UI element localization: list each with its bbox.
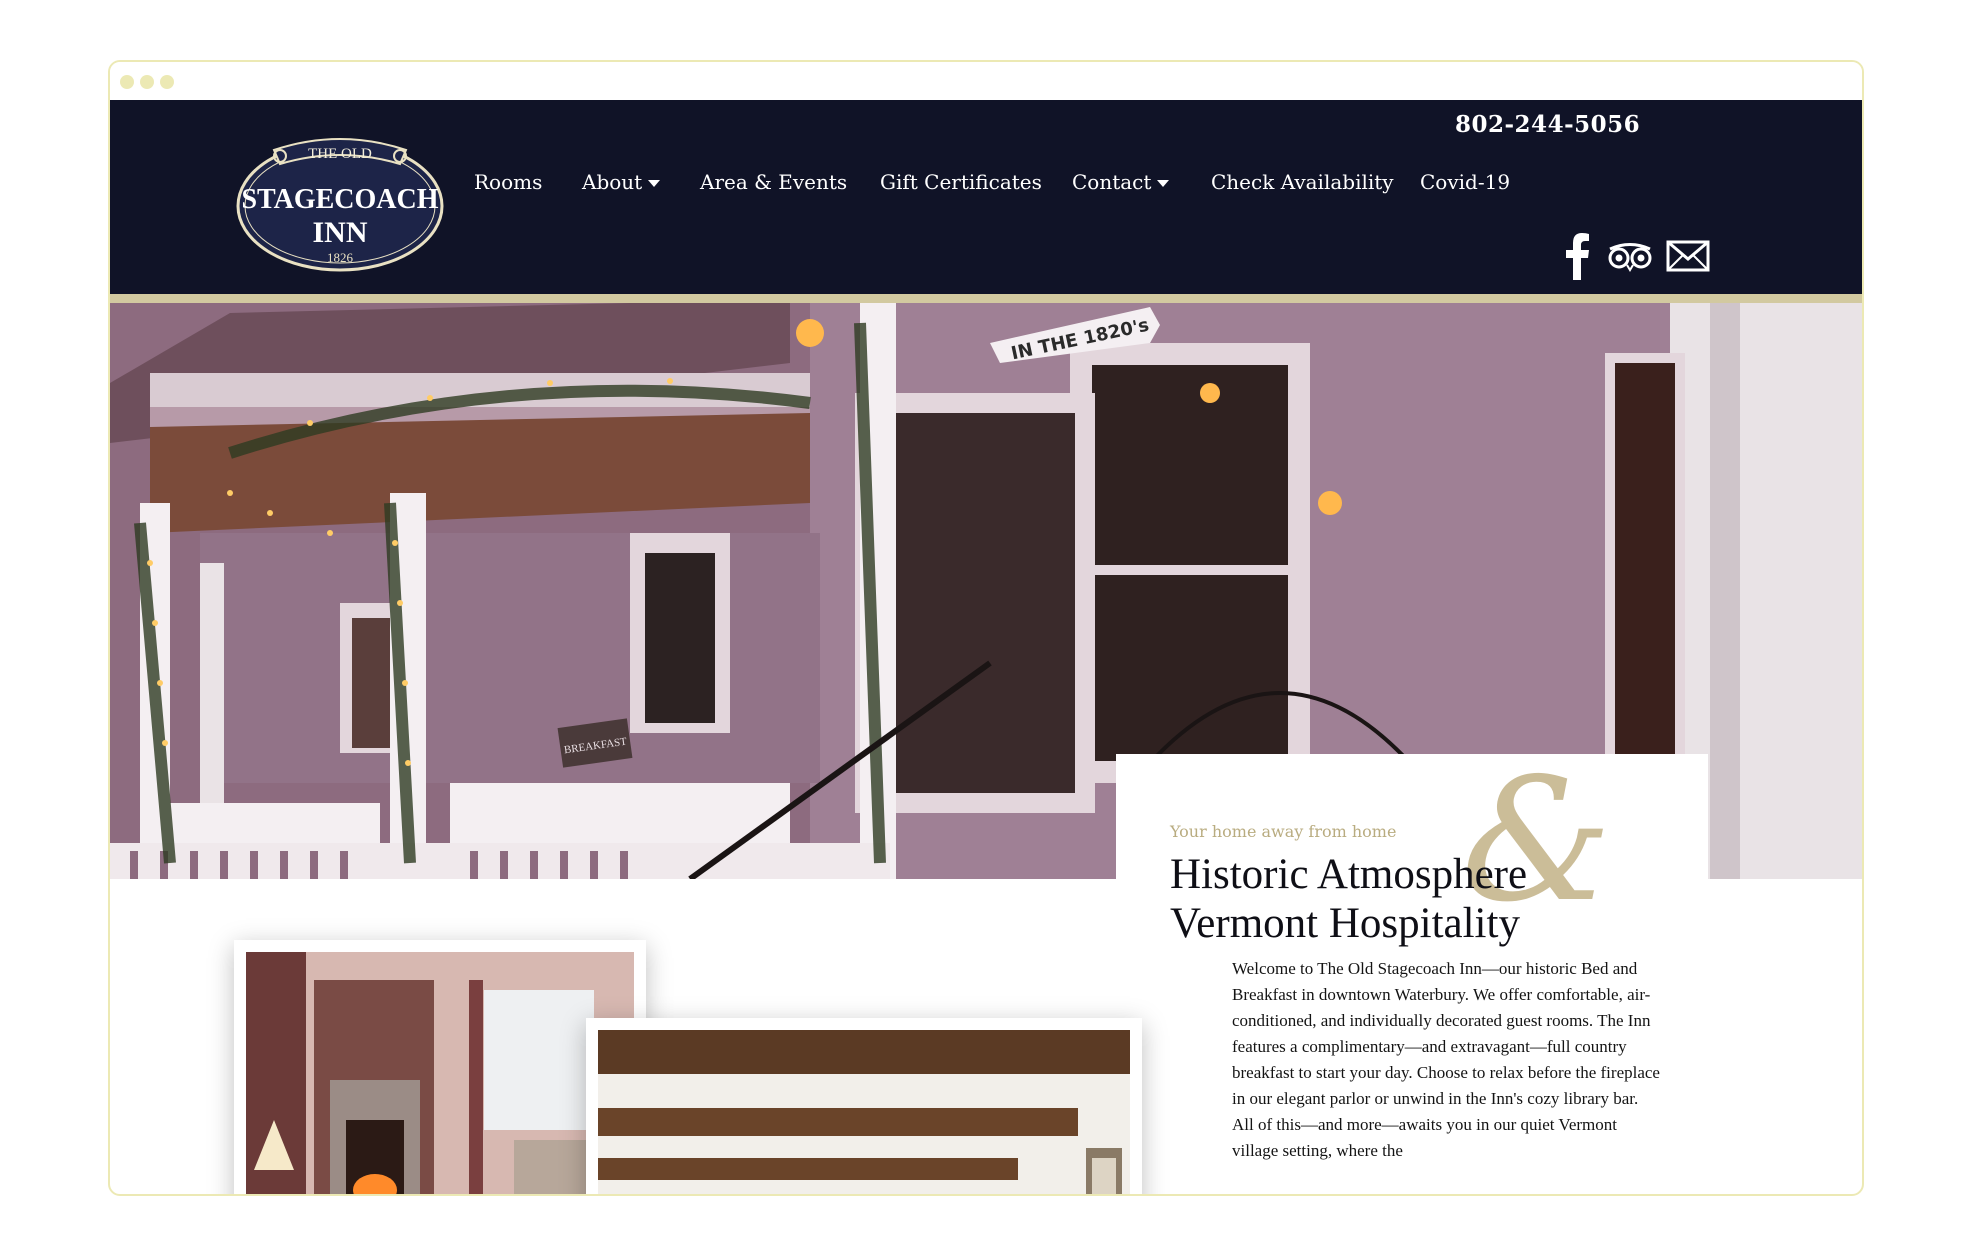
caret-down-icon [648, 180, 661, 187]
email-icon[interactable] [1666, 232, 1710, 280]
tripadvisor-icon[interactable] [1607, 232, 1653, 280]
headline-line1: Historic Atmosphere [1170, 851, 1528, 898]
parlor-photo [234, 940, 646, 1194]
window-titlebar [110, 62, 1862, 98]
nav-about[interactable]: About [582, 170, 661, 194]
browser-window: THE OLD STAGECOACH INN 1826 802-244-5056… [108, 60, 1864, 1196]
logo-year: 1826 [327, 250, 354, 265]
nav-check-availability[interactable]: Check Availability [1211, 170, 1394, 194]
facebook-icon[interactable] [1562, 232, 1592, 280]
nav-label: Gift Certificates [880, 170, 1042, 194]
nav-covid-19[interactable]: Covid-19 [1420, 170, 1510, 194]
beamed-room-photo [586, 1018, 1142, 1194]
logo-name-line1: STAGECOACH [241, 184, 438, 215]
nav-gift-certificates[interactable]: Gift Certificates [880, 170, 1042, 194]
intro-kicker: Your home away from home [1170, 822, 1397, 841]
nav-label: Area & Events [700, 170, 848, 194]
intro-headline: Historic Atmosphere Vermont Hospitality [1170, 850, 1527, 948]
nav-label: Covid-19 [1420, 170, 1511, 194]
nav-label: Check Availability [1211, 170, 1394, 194]
window-dot [160, 75, 174, 89]
headline-line2: Vermont Hospitality [1170, 900, 1520, 947]
nav-label: Rooms [474, 170, 543, 194]
logo-top-text: THE OLD [308, 146, 372, 162]
nav-area-events[interactable]: Area & Events [700, 170, 847, 194]
intro-body: Welcome to The Old Stagecoach Inn—our hi… [1232, 959, 1660, 1160]
phone-number[interactable]: 802-244-5056 [1455, 111, 1640, 138]
logo-name-line2: INN [312, 216, 367, 249]
caret-down-icon [1157, 180, 1170, 187]
nav-contact[interactable]: Contact [1072, 170, 1170, 194]
site-header: THE OLD STAGECOACH INN 1826 802-244-5056… [110, 100, 1862, 303]
inn-logo[interactable]: THE OLD STAGECOACH INN 1826 [234, 128, 446, 274]
nav-label: Contact [1072, 170, 1152, 194]
intro-card: & Your home away from home Historic Atmo… [1116, 754, 1708, 1194]
window-dot [120, 75, 134, 89]
nav-rooms[interactable]: Rooms [474, 170, 542, 194]
window-dot [140, 75, 154, 89]
nav-label: About [582, 170, 643, 194]
